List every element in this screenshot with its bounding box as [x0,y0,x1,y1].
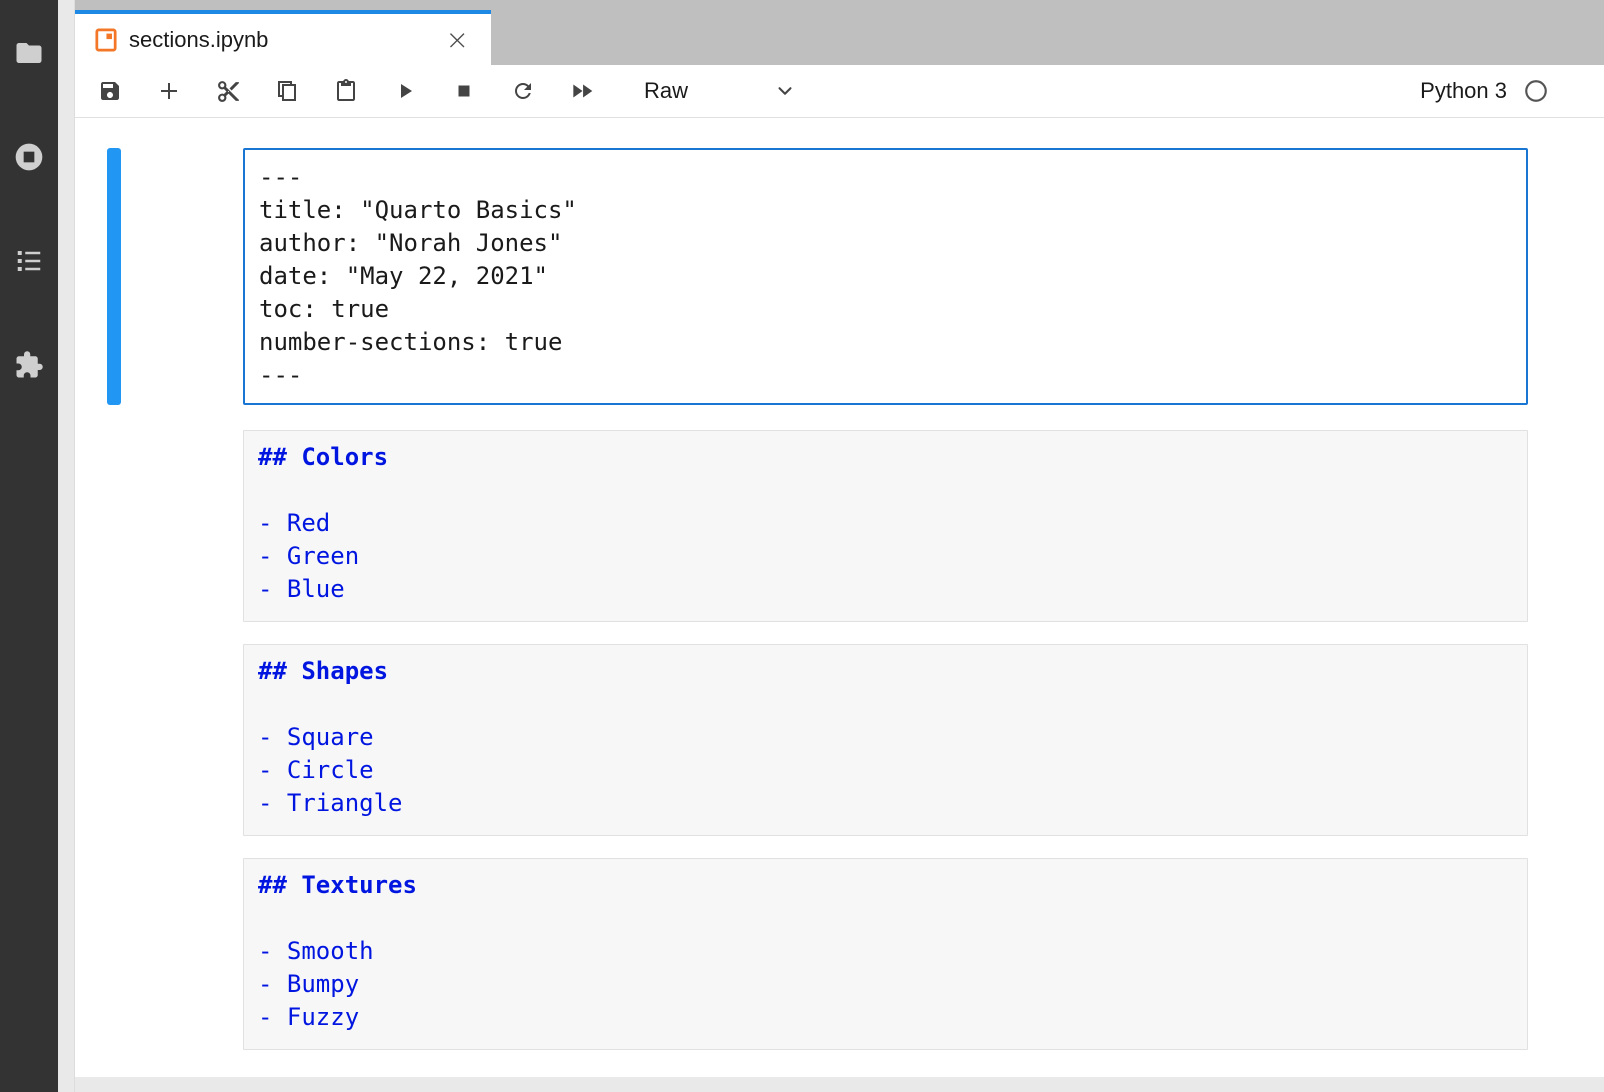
insert-cell-button[interactable] [146,70,192,112]
raw-cell-yaml-frontmatter[interactable]: --- title: "Quarto Basics" author: "Nora… [243,148,1528,405]
restart-icon [511,79,535,103]
collapsed-sidebar-strip [58,0,75,1092]
copy-cells-button[interactable] [264,70,310,112]
stop-icon [453,80,475,102]
save-button[interactable] [87,70,133,112]
sidebar-item-files[interactable] [0,36,58,70]
chevron-down-icon [774,80,796,102]
cut-cells-button[interactable] [205,70,251,112]
tab-title: sections.ipynb [129,27,440,53]
markdown-heading: ## Shapes [258,655,1513,688]
markdown-list-item: - Fuzzy [258,1001,1513,1034]
notebook-file-icon [95,27,117,53]
markdown-heading: ## Textures [258,869,1513,902]
markdown-cell-shapes[interactable]: ## Shapes - Square - Circle - Triangle [243,644,1528,836]
cell-type-value: Raw [644,78,688,104]
code-line: date: "May 22, 2021" [259,260,1512,293]
code-line: --- [259,359,1512,392]
selected-cell-indicator[interactable] [107,148,121,405]
markdown-cell-textures[interactable]: ## Textures - Smooth - Bumpy - Fuzzy [243,858,1528,1050]
markdown-list-item: - Red [258,507,1513,540]
sidebar-item-extensions[interactable] [0,348,58,382]
save-icon [98,79,122,103]
markdown-list-item: - Green [258,540,1513,573]
markdown-list-item: - Circle [258,754,1513,787]
notebook-toolbar: Raw Python 3 [75,65,1604,118]
fast-forward-icon [569,78,595,104]
run-cell-button[interactable] [382,70,428,112]
code-line: toc: true [259,293,1512,326]
markdown-list-item: - Square [258,721,1513,754]
run-icon [393,79,417,103]
code-line: number-sections: true [259,326,1512,359]
main-area: sections.ipynb × [75,0,1604,1092]
notebook-scroll-area[interactable]: --- title: "Quarto Basics" author: "Nora… [75,118,1604,1077]
markdown-list-item: - Bumpy [258,968,1513,1001]
kernel-status-icon[interactable] [1523,78,1549,104]
scissors-icon [216,79,241,104]
code-line: title: "Quarto Basics" [259,194,1512,227]
left-activity-bar [0,0,58,1092]
kernel-name[interactable]: Python 3 [1420,78,1507,104]
table-of-contents-icon [14,246,44,276]
markdown-list-item: - Blue [258,573,1513,606]
sidebar-item-toc[interactable] [0,244,58,278]
puzzle-extensions-icon [14,350,44,380]
close-icon[interactable]: × [440,26,475,54]
interrupt-kernel-button[interactable] [441,70,487,112]
code-line: --- [259,161,1512,194]
tab-bar: sections.ipynb × [75,0,1604,65]
run-all-cells-button[interactable] [559,70,605,112]
restart-kernel-button[interactable] [500,70,546,112]
folder-icon [14,38,44,68]
cell-type-dropdown[interactable]: Raw [644,78,796,104]
paste-cells-button[interactable] [323,70,369,112]
clipboard-paste-icon [334,79,358,103]
code-line: author: "Norah Jones" [259,227,1512,260]
markdown-list-item: - Triangle [258,787,1513,820]
markdown-heading: ## Colors [258,441,1513,474]
bottom-strip [75,1077,1604,1092]
plus-icon [157,79,181,103]
copy-icon [275,79,299,103]
markdown-cell-colors[interactable]: ## Colors - Red - Green - Blue [243,430,1528,622]
markdown-list-item: - Smooth [258,935,1513,968]
running-kernels-icon [13,141,45,173]
sidebar-item-running[interactable] [0,140,58,174]
tab-sections-ipynb[interactable]: sections.ipynb × [75,10,491,65]
